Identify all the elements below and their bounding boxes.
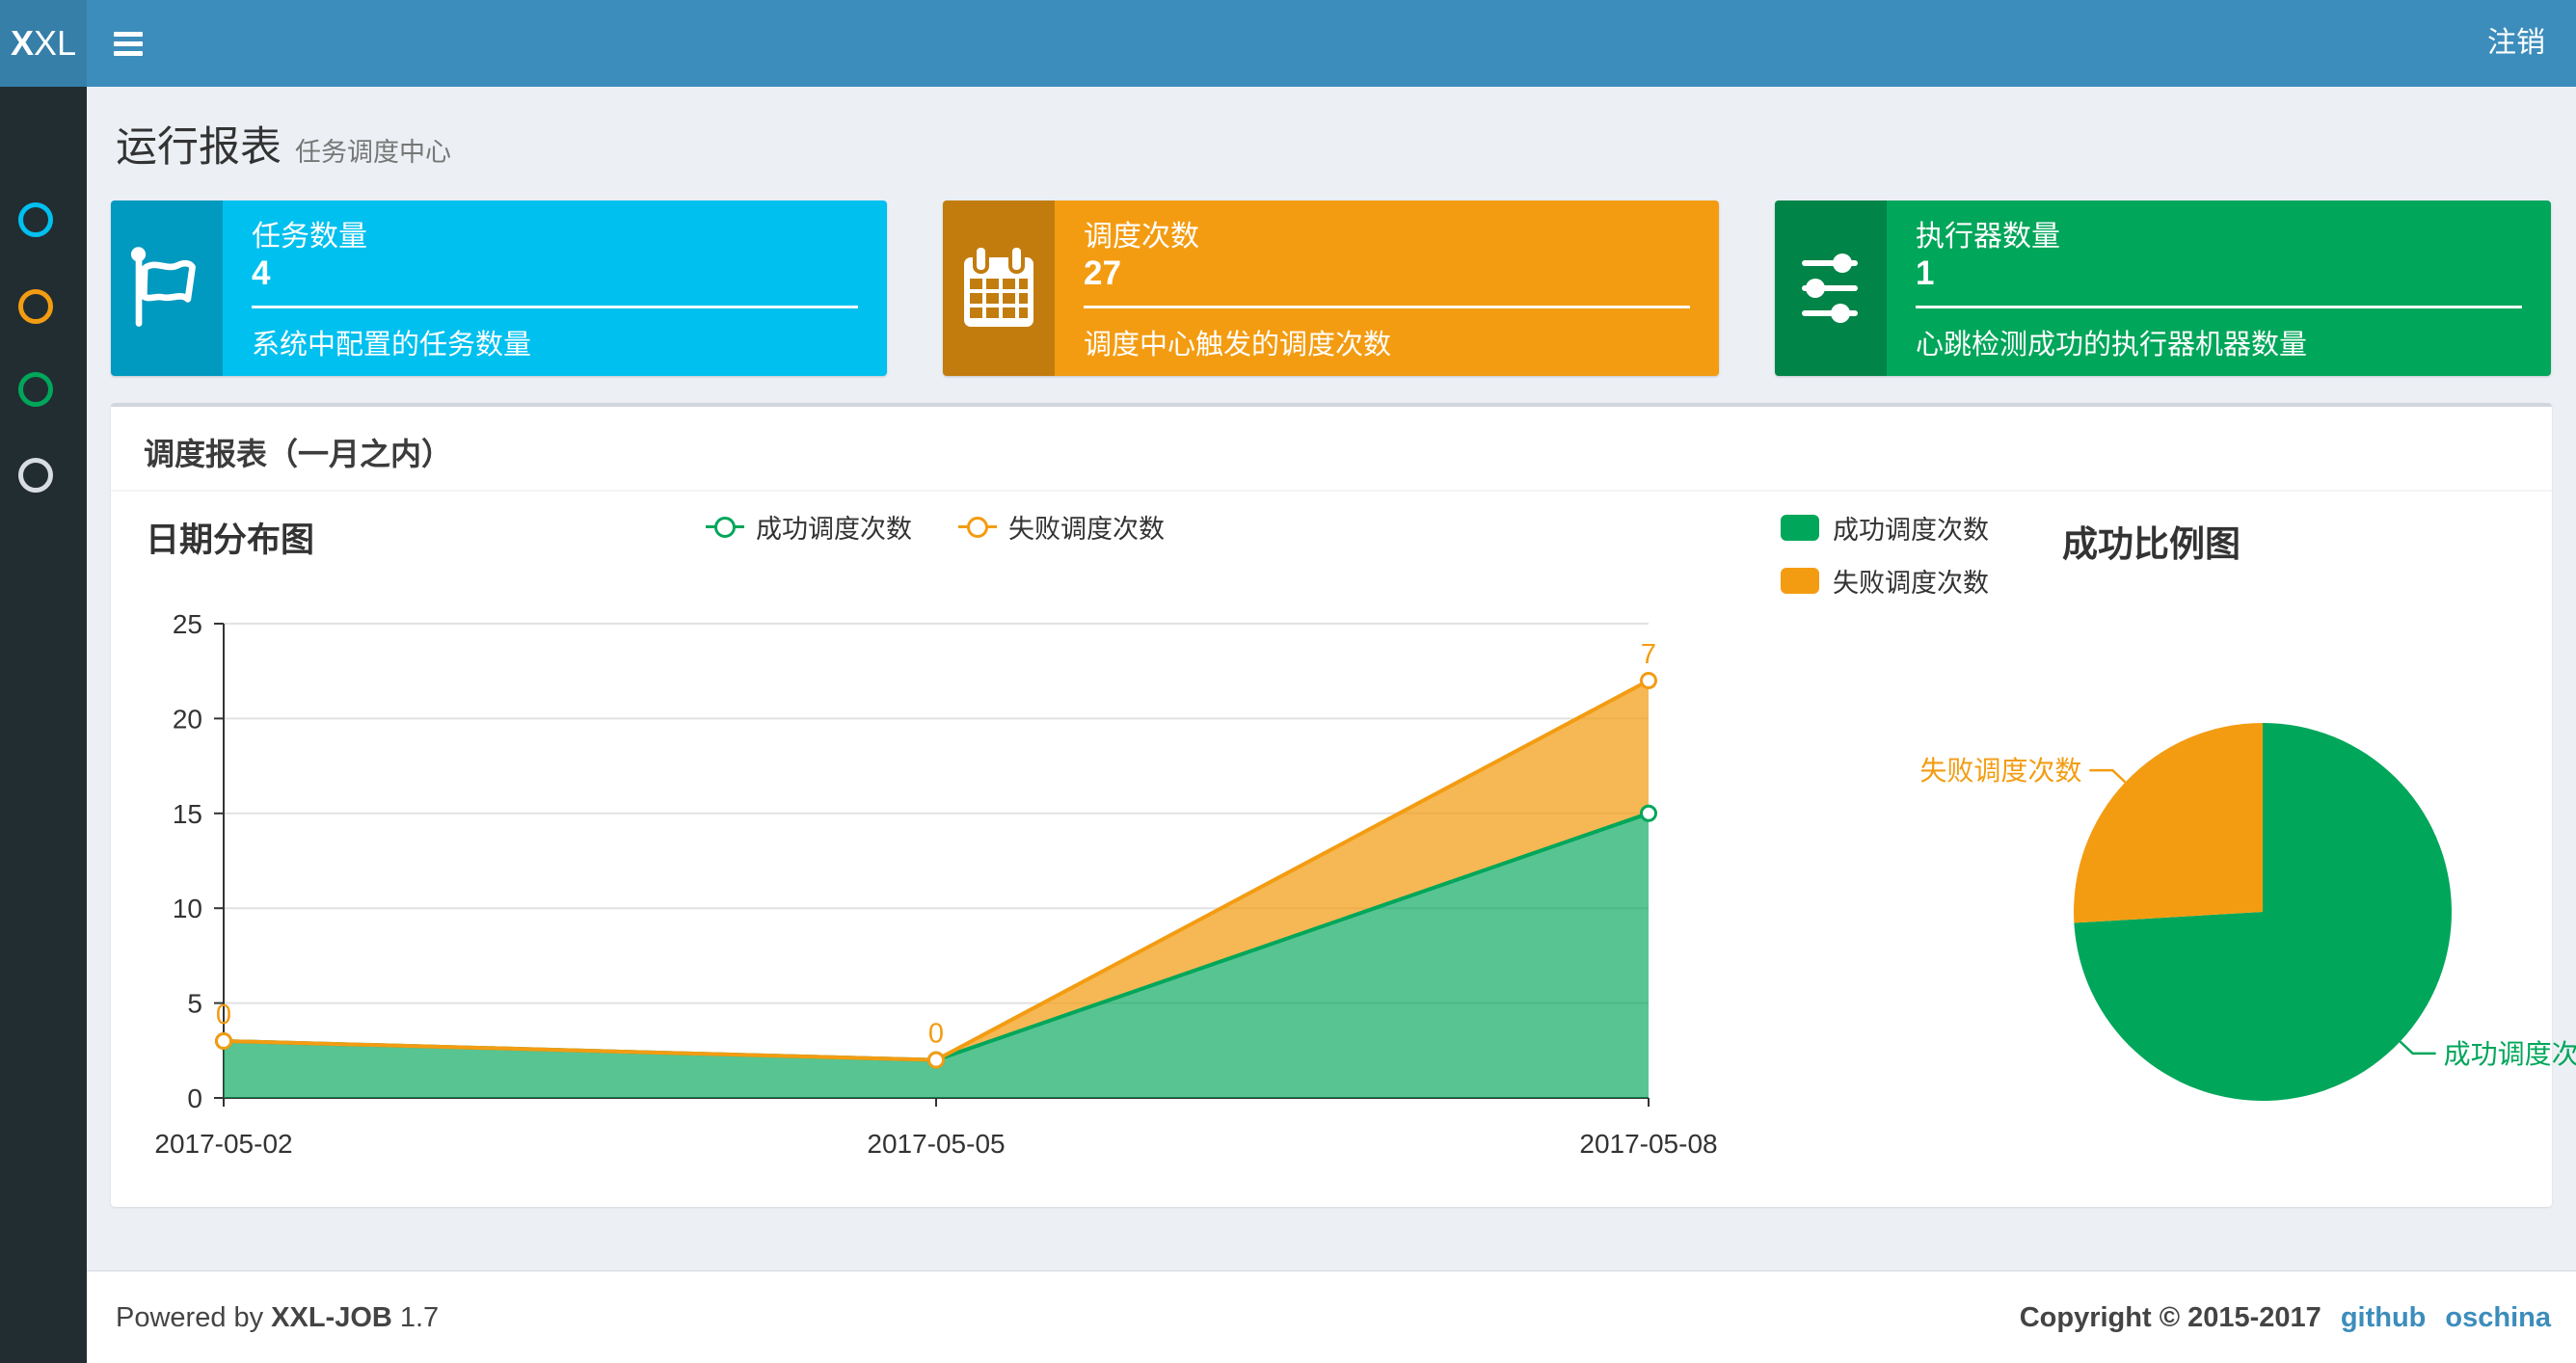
legend-label: 成功调度次数	[1833, 516, 1989, 545]
product-name: XXL-JOB	[271, 1301, 392, 1333]
info-box-label: 执行器数量	[1916, 221, 2060, 253]
info-box-jobs: 任务数量 4 系统中配置的任务数量	[111, 200, 887, 376]
info-box-description: 系统中配置的任务数量	[252, 330, 532, 361]
page-title: 运行报表	[116, 124, 282, 171]
info-box-executors: 执行器数量 1 心跳检测成功的执行器机器数量	[1775, 200, 2551, 376]
divider	[252, 306, 858, 308]
legend-item[interactable]: 失败调度次数	[958, 508, 1165, 546]
line-marker-icon	[958, 516, 997, 538]
svg-text:2017-05-02: 2017-05-02	[154, 1129, 292, 1159]
divider	[1916, 306, 2522, 308]
legend-label: 成功调度次数	[756, 515, 912, 544]
sliders-icon	[1775, 200, 1887, 376]
svg-text:25: 25	[173, 609, 202, 639]
svg-text:5: 5	[187, 989, 202, 1019]
info-box-description: 心跳检测成功的执行器机器数量	[1916, 330, 2308, 361]
legend-item[interactable]: 成功调度次数	[706, 508, 912, 546]
main-footer: Powered by XXL-JOB 1.7 Copyright © 2015-…	[87, 1270, 2576, 1363]
svg-text:2017-05-08: 2017-05-08	[1579, 1129, 1717, 1159]
pie-chart-title: 成功比例图	[2062, 524, 2241, 564]
pie-chart-legend: 成功调度次数 失败调度次数	[1781, 509, 1989, 600]
page-subtitle: 任务调度中心	[295, 138, 451, 167]
swatch-icon	[1781, 515, 1819, 541]
circle-icon	[18, 372, 53, 407]
legend-item[interactable]: 成功调度次数	[1781, 509, 1989, 547]
xxl-job-dashboard: XXL 注销 运行报表 任务调度中心 任务数量 4 系统中配置的任务数量 调度次…	[0, 0, 2576, 1363]
panel-title: 调度报表（一月之内）	[144, 437, 453, 471]
info-box-value: 4	[252, 254, 271, 292]
panel-header: 调度报表（一月之内）	[111, 407, 2552, 492]
line-marker-icon	[706, 516, 744, 538]
info-box-value: 27	[1084, 254, 1121, 292]
svg-text:10: 10	[173, 894, 202, 923]
oschina-link[interactable]: oschina	[2445, 1302, 2551, 1334]
info-box-triggers: 调度次数 27 调度中心触发的调度次数	[943, 200, 1719, 376]
svg-text:2017-05-05: 2017-05-05	[867, 1129, 1005, 1159]
info-box-value: 1	[1916, 254, 1935, 292]
product-version: 1.7	[399, 1301, 440, 1333]
svg-text:15: 15	[173, 799, 202, 829]
swatch-icon	[1781, 568, 1819, 594]
logout-link[interactable]: 注销	[2456, 0, 2576, 87]
app-logo[interactable]: XXL	[0, 0, 87, 87]
legend-label: 失败调度次数	[1833, 569, 1989, 598]
info-box-label: 任务数量	[252, 221, 367, 253]
svg-text:失败调度次数: 失败调度次数	[1919, 756, 2081, 786]
hamburger-icon	[114, 32, 143, 37]
circle-icon	[18, 458, 53, 493]
top-navbar: XXL 注销	[0, 0, 2576, 87]
divider	[1084, 306, 1690, 308]
sidebar-item-4[interactable]	[0, 444, 87, 506]
svg-text:成功调度次数: 成功调度次数	[2444, 1039, 2576, 1069]
flag-icon	[111, 200, 223, 376]
sidebar-item-2[interactable]	[0, 276, 87, 337]
date-distribution-chart[interactable]: 05101520252017-05-02 2017-05-05 2017-05-08…	[125, 582, 1764, 1199]
circle-icon	[18, 289, 53, 324]
sidebar-item-1[interactable]	[0, 189, 87, 251]
circle-icon	[18, 202, 53, 237]
logo-bold: X	[10, 23, 34, 63]
info-box-label: 调度次数	[1084, 221, 1199, 253]
page-header: 运行报表 任务调度中心	[116, 114, 451, 174]
svg-text:20: 20	[173, 704, 202, 734]
sidebar-toggle-button[interactable]	[94, 0, 168, 87]
svg-text:0: 0	[928, 1019, 944, 1050]
svg-text:7: 7	[1641, 639, 1656, 670]
line-chart-legend: 成功调度次数 失败调度次数	[125, 508, 1745, 546]
powered-by: Powered by XXL-JOB 1.7	[116, 1301, 440, 1333]
info-box-description: 调度中心触发的调度次数	[1084, 330, 1392, 361]
collapsed-sidebar	[0, 87, 87, 1363]
report-panel: 调度报表（一月之内） 日期分布图 成功调度次数 失败调度次数 0 5 10 15 20 25…	[111, 403, 2576, 1207]
legend-label: 失败调度次数	[1008, 515, 1165, 544]
calendar-icon	[943, 200, 1055, 376]
success-ratio-pie-chart[interactable]: 成功调度次数 失败调度次数	[1784, 679, 2576, 1199]
logo-rest: XL	[33, 23, 77, 63]
sidebar-item-3[interactable]	[0, 359, 87, 420]
github-link[interactable]: github	[2341, 1302, 2427, 1334]
svg-text:0: 0	[187, 1083, 202, 1113]
copyright: Copyright © 2015-2017 github oschina	[2019, 1301, 2551, 1334]
legend-item[interactable]: 失败调度次数	[1781, 562, 1989, 600]
svg-text:0: 0	[216, 1000, 231, 1030]
